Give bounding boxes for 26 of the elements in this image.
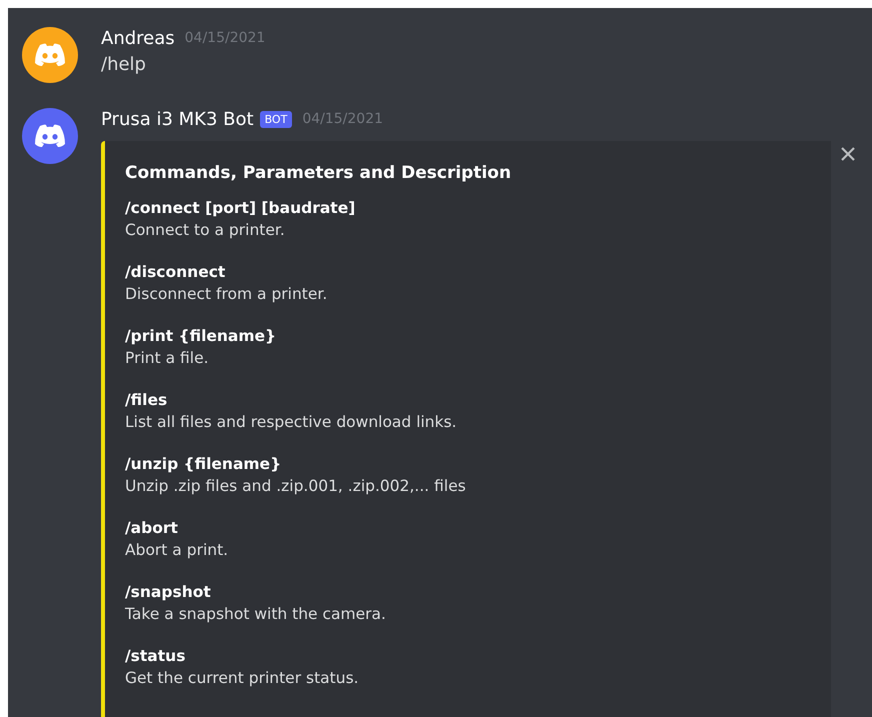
command-description: Connect to a printer. [125,220,286,241]
command-name: /files [125,390,168,411]
command-description: Disconnect from a printer. [125,284,328,305]
author-name[interactable]: Prusa i3 MK3 Bot [101,108,254,130]
command-description: Print a file. [125,348,210,369]
embed-title: Commands, Parameters and Description [125,163,512,183]
timestamp: 04/15/2021 [184,30,266,46]
command-name: /abort [125,518,179,539]
command-description: Take a snapshot with the camera. [125,604,387,625]
bot-tag: BOT [260,110,292,128]
command-description: Abort a print. [125,540,230,561]
command-name: /connect [port] [baudrate] [125,198,356,219]
message-text: /help [101,54,147,75]
command-description: List all files and respective download links. [125,412,458,433]
command-name: /disconnect [125,262,226,283]
command-name: /print {filename} [125,326,278,347]
command-description: Get the current printer status. [125,668,360,689]
command-name: /snapshot [125,582,212,603]
command-name: /status [125,646,186,667]
command-description: Unzip .zip files and .zip.001, .zip.002,... files [125,476,467,497]
timestamp: 04/15/2021 [302,111,384,127]
author-name[interactable]: Andreas [101,28,175,48]
close-icon[interactable] [839,145,857,163]
controller-icon [34,124,66,148]
command-name: /unzip {filename} [125,454,282,475]
controller-icon [34,43,66,67]
